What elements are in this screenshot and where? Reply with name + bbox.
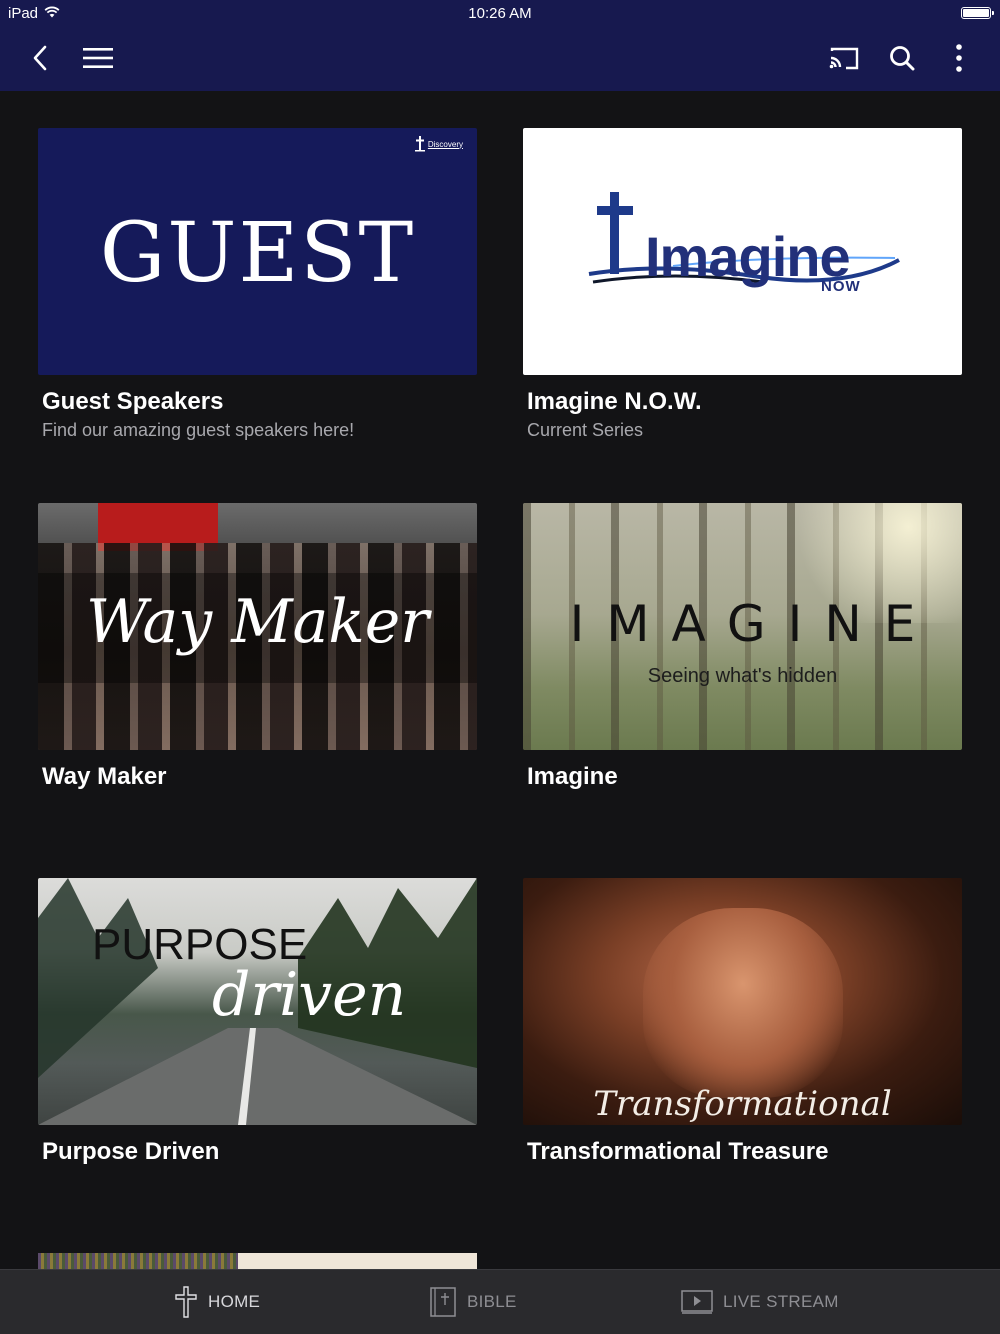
bottom-tab-bar: HOME BIBLE LIVE STREAM	[0, 1269, 1000, 1334]
more-options-button[interactable]	[939, 38, 979, 78]
guest-art-text: GUEST	[99, 206, 416, 301]
imagine-art-text: Imagine	[645, 225, 851, 288]
hamburger-menu-icon	[83, 48, 113, 68]
cast-button[interactable]	[824, 38, 864, 78]
purpose-driven-artwork[interactable]: PURPOSE driven	[38, 878, 477, 1125]
card-title: Imagine N.O.W.	[527, 388, 702, 415]
search-icon	[890, 46, 915, 71]
transformational-treasure-artwork[interactable]: Transformational Treasure	[523, 878, 962, 1125]
status-bar: iPad 10:26 AM	[0, 0, 1000, 28]
imagine-now-subtext: NOW	[821, 278, 861, 295]
cross-icon	[175, 1286, 197, 1318]
series-card-purpose-driven[interactable]: PURPOSE driven Purpose Driven	[38, 878, 477, 1166]
tab-live-stream[interactable]: LIVE STREAM	[681, 1270, 839, 1334]
card-title: Purpose Driven	[42, 1138, 220, 1165]
play-screen-icon	[681, 1290, 713, 1314]
partial-artwork-right	[238, 1253, 477, 1269]
card-subtitle: Current Series	[527, 420, 644, 440]
card-title: Imagine	[527, 763, 618, 790]
imagine-art-subtitle: Seeing what's hidden	[647, 665, 838, 687]
tab-home-label: HOME	[208, 1292, 261, 1311]
menu-button[interactable]	[78, 38, 118, 78]
battery-icon	[961, 7, 994, 19]
series-card-imagine[interactable]: IMAGINE Seeing what's hidden Imagine	[523, 503, 962, 791]
discovery-logo: Discovery	[414, 136, 463, 152]
card-title: Way Maker	[42, 763, 167, 790]
card-subtitle: Find our amazing guest speakers here!	[42, 420, 355, 440]
way-maker-art-text: Way Maker	[86, 587, 429, 657]
series-card-imagine-now[interactable]: Imagine NOW Imagine N.O.W. Current Serie…	[523, 128, 962, 441]
imagine-art-title: IMAGINE	[569, 595, 938, 653]
treasure-art-text: Transformational Treasure	[593, 1084, 892, 1125]
tab-bible-label: BIBLE	[467, 1292, 517, 1311]
series-card-partial[interactable]	[38, 1253, 477, 1269]
card-title: Transformational Treasure	[527, 1138, 829, 1165]
tab-bible[interactable]: BIBLE	[429, 1270, 517, 1334]
way-maker-artwork[interactable]: Way Maker	[38, 503, 477, 750]
status-time: 10:26 AM	[468, 5, 532, 22]
series-card-way-maker[interactable]: Way Maker Way Maker	[38, 503, 477, 791]
more-vertical-icon	[956, 44, 962, 72]
partial-artwork-left	[38, 1253, 238, 1269]
purpose-art-subtitle: driven	[212, 960, 407, 1030]
guest-speakers-artwork[interactable]: Discovery GUEST	[38, 128, 477, 375]
tab-home[interactable]: HOME	[174, 1270, 260, 1334]
imagine-now-artwork[interactable]: Imagine NOW	[523, 128, 962, 375]
tab-live-stream-label: LIVE STREAM	[723, 1292, 839, 1311]
imagine-artwork[interactable]: IMAGINE Seeing what's hidden	[523, 503, 962, 750]
back-button[interactable]	[20, 38, 60, 78]
series-card-guest-speakers[interactable]: Discovery GUEST Guest Speakers Find our …	[38, 128, 477, 441]
series-card-transformational-treasure[interactable]: Transformational Treasure Transformation…	[523, 878, 962, 1166]
portrait-face-shape	[643, 908, 843, 1098]
top-navigation-bar: iPad 10:26 AM	[0, 0, 1000, 91]
back-chevron-icon	[33, 45, 47, 71]
card-title: Guest Speakers	[42, 388, 224, 415]
search-button[interactable]	[882, 38, 922, 78]
bible-book-icon	[430, 1287, 456, 1317]
cast-icon	[829, 47, 859, 70]
